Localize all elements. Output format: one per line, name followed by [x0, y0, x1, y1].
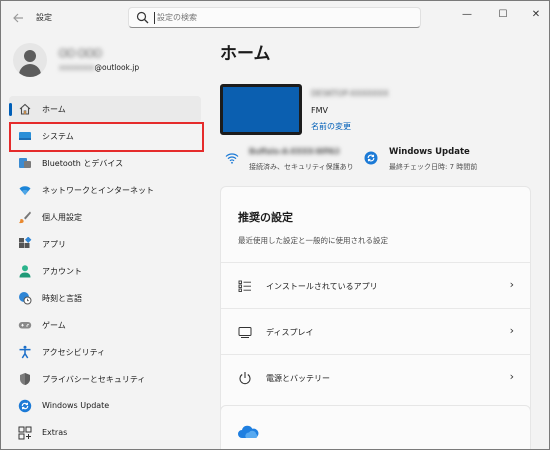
- device-thumbnail: [220, 84, 302, 135]
- recommended-row-installed-apps[interactable]: インストールされているアプリ ›: [221, 262, 530, 308]
- list-icon: [238, 280, 251, 292]
- text-cursor: [154, 12, 155, 24]
- sidebar-item-bluetooth[interactable]: Bluetooth とデバイス: [9, 150, 201, 177]
- sidebar-item-label: Bluetooth とデバイス: [42, 159, 124, 168]
- user-email: xxxxxxxx@outlook.jp: [59, 63, 139, 72]
- sidebar-item-label: アクセシビリティ: [42, 348, 106, 357]
- device-model: FMV: [311, 106, 328, 115]
- sidebar-item-label: 時刻と言語: [42, 294, 82, 303]
- sidebar-item-gaming[interactable]: ゲーム: [9, 312, 201, 339]
- update-icon: [18, 399, 32, 413]
- search-icon: [136, 11, 149, 24]
- recommended-row-display[interactable]: ディスプレイ ›: [221, 308, 530, 354]
- chevron-right-icon: ›: [509, 324, 514, 337]
- windows-update-status: 最終チェック日時: 7 時間前: [389, 163, 478, 171]
- sidebar-item-privacy-security[interactable]: プライバシーとセキュリティ: [9, 366, 201, 393]
- sidebar-item-label: 個人用設定: [42, 213, 82, 222]
- sidebar-item-personalization[interactable]: 個人用設定: [9, 204, 201, 231]
- selection-indicator: [9, 103, 12, 116]
- title-bar: 設定 — ☐ ✕: [1, 1, 549, 35]
- gamepad-icon: [18, 322, 32, 329]
- windows-update-title[interactable]: Windows Update: [389, 147, 470, 157]
- sidebar-item-label: プライバシーとセキュリティ: [42, 375, 146, 384]
- clock-globe-icon: [19, 292, 32, 305]
- update-status-icon: [364, 151, 378, 165]
- sidebar-item-time-language[interactable]: 時刻と言語: [9, 285, 201, 312]
- sidebar-item-label: Windows Update: [42, 401, 110, 410]
- monitor-icon: [238, 327, 252, 338]
- device-name: DESKTOP-XXXXXXX: [311, 89, 389, 98]
- page-title: ホーム: [220, 44, 271, 64]
- back-arrow-icon: [13, 13, 23, 23]
- highlight-annotation: [9, 122, 204, 152]
- power-icon: [239, 372, 251, 385]
- sidebar-item-home[interactable]: ホーム: [9, 96, 201, 123]
- wifi-icon: [19, 186, 31, 195]
- sidebar-item-label: アカウント: [42, 267, 82, 276]
- sidebar-item-label: ネットワークとインターネット: [42, 186, 154, 195]
- cloud-icon: [238, 425, 259, 438]
- row-label: インストールされているアプリ: [266, 282, 378, 291]
- network-name[interactable]: Buffalo-A-XXXX-WPA3: [249, 147, 340, 156]
- home-icon: [19, 103, 31, 115]
- chevron-right-icon: ›: [509, 278, 514, 291]
- user-email-domain: @outlook.jp: [94, 63, 140, 72]
- app-title: 設定: [36, 13, 52, 22]
- apps-icon: [19, 237, 32, 248]
- bluetooth-icon: [19, 158, 31, 168]
- sidebar-item-extras[interactable]: Extras: [9, 420, 201, 447]
- row-label: ディスプレイ: [266, 328, 314, 337]
- sidebar-item-label: Extras: [42, 428, 68, 437]
- person-icon: [19, 265, 31, 278]
- accessibility-icon: [19, 345, 31, 359]
- sidebar-item-accounts[interactable]: アカウント: [9, 258, 201, 285]
- minimize-button[interactable]: —: [455, 7, 479, 23]
- back-button[interactable]: [9, 9, 27, 27]
- sidebar-item-label: ゲーム: [42, 321, 66, 330]
- avatar-body: [19, 64, 41, 77]
- wifi-status-icon: [225, 153, 239, 164]
- recommended-row-power-battery[interactable]: 電源とバッテリー ›: [221, 354, 530, 400]
- user-name: 〇〇 〇〇〇: [59, 49, 102, 58]
- sidebar-item-apps[interactable]: アプリ: [9, 231, 201, 258]
- sidebar-item-windows-update[interactable]: Windows Update: [9, 393, 201, 420]
- avatar[interactable]: [13, 43, 47, 77]
- user-email-prefix: xxxxxxxx: [59, 63, 95, 72]
- close-button[interactable]: ✕: [524, 7, 548, 23]
- row-label: 電源とバッテリー: [266, 374, 330, 383]
- sidebar-item-label: ホーム: [42, 105, 66, 114]
- sidebar-item-accessibility[interactable]: アクセシビリティ: [9, 339, 201, 366]
- search-input[interactable]: [157, 10, 407, 25]
- settings-window: 設定 — ☐ ✕ 〇〇 〇〇〇 xxxxxxxx@outlook.jp ホーム …: [0, 0, 550, 450]
- rename-link[interactable]: 名前の変更: [311, 121, 351, 132]
- chevron-right-icon: ›: [509, 370, 514, 383]
- onedrive-card: [220, 405, 531, 449]
- card-description: 最近使用した設定と一般的に使用される設定: [238, 236, 388, 245]
- sidebar-item-label: アプリ: [42, 240, 66, 249]
- network-status: 接続済み、セキュリティ保護あり: [249, 163, 354, 171]
- sidebar-item-network[interactable]: ネットワークとインターネット: [9, 177, 201, 204]
- avatar-head: [24, 50, 36, 62]
- extras-icon: [18, 426, 32, 440]
- maximize-button[interactable]: ☐: [491, 7, 515, 23]
- shield-icon: [20, 373, 30, 385]
- search-box[interactable]: [128, 7, 421, 28]
- card-title: 推奨の設定: [238, 211, 293, 224]
- brush-icon: [19, 211, 31, 224]
